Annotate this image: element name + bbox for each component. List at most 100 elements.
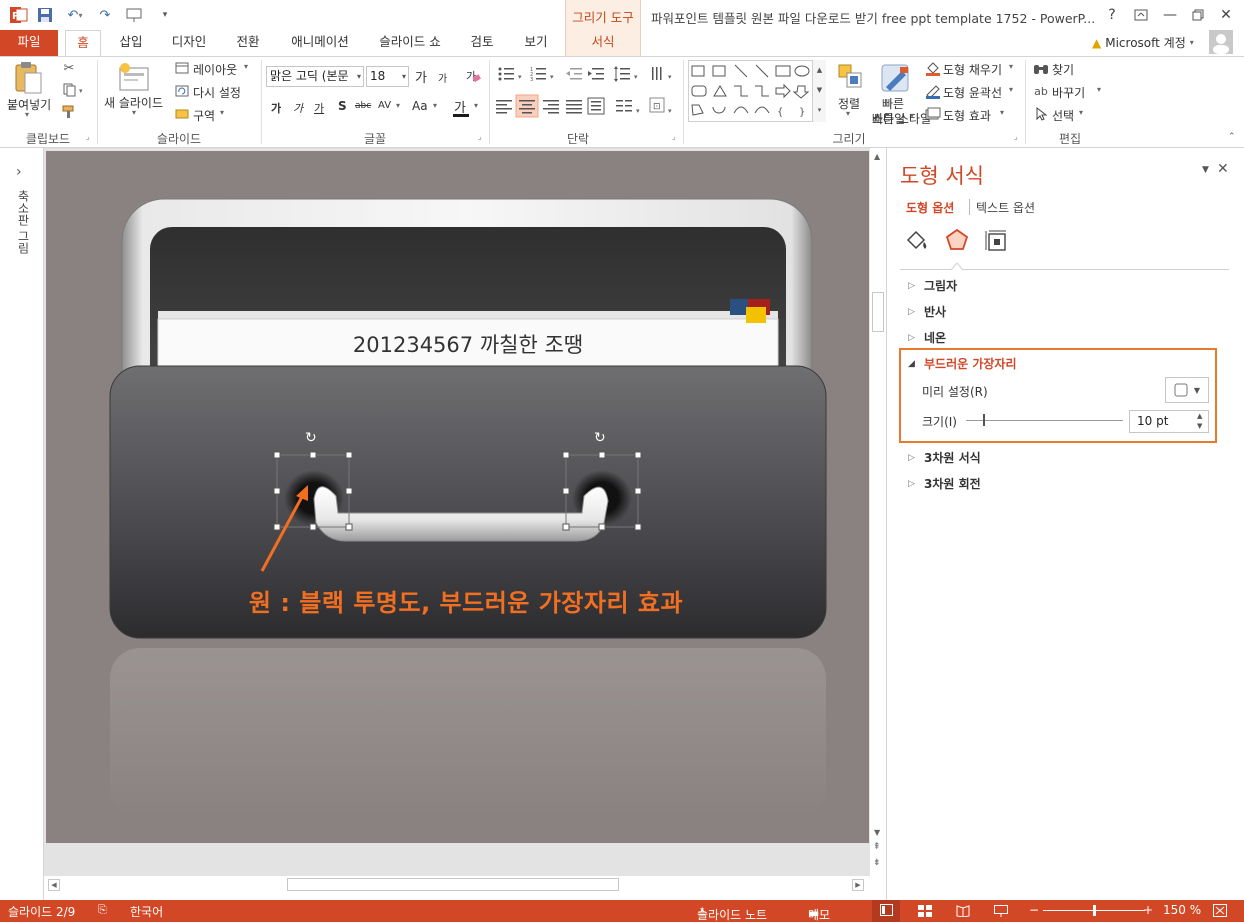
spell-check-icon[interactable]: ⎘ — [98, 903, 107, 917]
underline-button[interactable]: 가 — [314, 100, 324, 116]
select-button[interactable]: 선택 — [1052, 107, 1074, 124]
slide-counter[interactable]: 슬라이드 2/9 — [8, 903, 75, 920]
spin-down-icon[interactable]: ▼ — [1197, 422, 1202, 430]
shape-fill-button[interactable]: 도형 채우기 — [943, 61, 1002, 78]
pane-close-icon[interactable]: ✕ — [1217, 161, 1229, 177]
size-spinner[interactable]: 10 pt ▲ ▼ — [1129, 410, 1209, 433]
zoom-level[interactable]: 150 % — [1163, 903, 1201, 917]
shapes-gallery-scroll[interactable]: ▲ ▼ ▾ — [812, 60, 826, 122]
tab-review[interactable]: 검토 — [463, 30, 501, 56]
horizontal-scroll-thumb[interactable] — [287, 878, 619, 891]
dialog-launcher-icon[interactable]: ⌟ — [672, 132, 676, 141]
paste-icon[interactable] — [6, 60, 50, 96]
clear-formatting-icon[interactable]: 가 — [462, 66, 484, 86]
layout-button[interactable]: 레이아웃 — [193, 61, 237, 78]
shapes-gallery[interactable]: {} — [688, 60, 826, 122]
tab-view[interactable]: 보기 — [517, 30, 555, 56]
font-size-select[interactable]: 18 ▾ — [366, 66, 409, 87]
collapse-ribbon-icon[interactable]: ⌃ — [1228, 132, 1236, 142]
slide-sorter-icon[interactable] — [918, 905, 932, 917]
effects-icon[interactable] — [944, 227, 970, 253]
redo-icon[interactable]: ↷ — [94, 4, 116, 26]
dialog-launcher-icon[interactable]: ⌟ — [86, 132, 90, 141]
tab-file[interactable]: 파일 — [0, 30, 58, 56]
change-case-button[interactable]: Aa — [412, 99, 428, 113]
cut-icon[interactable]: ✂ — [60, 60, 78, 76]
slide-caption[interactable]: 원 : 블랙 투명도, 부드러운 가장자리 효과 — [126, 583, 806, 618]
vertical-scrollbar[interactable]: ▲ ▼ ⇞ ⇟ — [869, 148, 886, 876]
slideshow-view-icon[interactable] — [994, 905, 1008, 917]
close-icon[interactable]: ✕ — [1212, 4, 1240, 26]
section-3d-format[interactable]: ▷ 3차원 서식 — [908, 449, 981, 466]
horizontal-scrollbar[interactable]: ◀ ▶ — [44, 876, 869, 893]
preset-dropdown[interactable]: ▼ — [1165, 377, 1209, 403]
scroll-right-icon[interactable]: ▶ — [852, 879, 864, 891]
language-indicator[interactable]: 한국어 — [130, 903, 163, 920]
folder-label[interactable]: 201234567 까칠한 조땡 — [158, 329, 778, 359]
fill-line-icon[interactable] — [904, 228, 930, 254]
tab-transitions[interactable]: 전환 — [229, 30, 267, 56]
previous-slide-icon[interactable]: ⇞ — [873, 842, 881, 852]
zoom-slider-thumb[interactable] — [1093, 905, 1096, 916]
paste-button[interactable]: 붙여넣기 — [7, 96, 51, 113]
strikethrough-button[interactable]: abc — [355, 101, 371, 111]
vertical-scroll-thumb[interactable] — [872, 292, 884, 332]
restore-icon[interactable] — [1184, 4, 1212, 26]
slide[interactable]: ↻ ↻ 201234567 까칠한 조땡 원 : 블랙 투명도, 부드러운 가장… — [46, 151, 869, 843]
avatar[interactable] — [1209, 30, 1233, 54]
shrink-font-button[interactable]: 가 — [438, 70, 447, 85]
scroll-down-icon[interactable]: ▼ — [874, 828, 880, 837]
section-shadow[interactable]: ▷ 그림자 — [908, 277, 957, 294]
scroll-up-icon[interactable]: ▲ — [874, 152, 880, 161]
tab-home[interactable]: 홈 — [65, 30, 101, 57]
undo-icon[interactable]: ↶ ▾ — [60, 4, 90, 26]
zoom-in-button[interactable]: + — [1143, 903, 1153, 917]
size-slider-thumb[interactable] — [983, 414, 985, 426]
section-3d-rotation[interactable]: ▷ 3차원 회전 — [908, 475, 981, 492]
fit-to-window-icon[interactable] — [1213, 904, 1227, 917]
copy-icon[interactable]: ▾ — [60, 82, 90, 98]
character-spacing-button[interactable]: AV — [378, 100, 391, 111]
tab-animations[interactable]: 애니메이션 — [285, 30, 355, 56]
minimize-icon[interactable]: — — [1156, 4, 1184, 26]
section-soft-edges[interactable]: ◢ 부드러운 가장자리 — [908, 355, 1017, 372]
save-icon[interactable] — [34, 4, 56, 26]
pane-options-icon[interactable]: ▼ — [1202, 165, 1209, 175]
start-slideshow-icon[interactable] — [120, 4, 150, 26]
customize-qat-icon[interactable]: ▾ — [154, 4, 176, 26]
section-button[interactable]: 구역 — [193, 107, 215, 124]
shape-outline-button[interactable]: 도형 윤곽선 — [943, 84, 1002, 101]
shadow-button[interactable]: S — [338, 99, 347, 113]
size-properties-icon[interactable] — [984, 228, 1010, 254]
tab-design[interactable]: 디자인 — [167, 30, 211, 56]
reset-button[interactable]: 다시 설정 — [193, 84, 241, 101]
thumbnail-rail[interactable]: › 축소판 그림 — [0, 148, 44, 900]
tab-format[interactable]: 서식 — [565, 30, 641, 56]
arrange-icon[interactable] — [836, 62, 866, 92]
account-area[interactable]: ▲ Microsoft 계정 ▾ — [1092, 34, 1194, 51]
next-slide-icon[interactable]: ⇟ — [873, 858, 881, 868]
tab-slideshow[interactable]: 슬라이드 쇼 — [374, 30, 446, 56]
dialog-launcher-icon[interactable]: ⌟ — [478, 132, 482, 141]
size-slider-track[interactable] — [966, 420, 1123, 421]
italic-button[interactable]: 가 — [293, 100, 303, 116]
shape-effects-button[interactable]: 도형 효과 — [943, 107, 991, 124]
spin-up-icon[interactable]: ▲ — [1197, 412, 1202, 420]
section-glow[interactable]: ▷ 네온 — [908, 329, 946, 346]
ribbon-display-options-icon[interactable] — [1127, 4, 1155, 26]
grow-font-button[interactable]: 가 — [415, 67, 427, 86]
expand-thumbnails-icon[interactable]: › — [16, 164, 22, 180]
font-family-select[interactable]: 맑은 고딕 (본문 ▾ — [266, 66, 364, 87]
tab-text-options[interactable]: 텍스트 옵션 — [976, 199, 1035, 216]
new-slide-icon[interactable] — [114, 60, 154, 94]
dialog-launcher-icon[interactable]: ⌟ — [1014, 132, 1018, 141]
quick-styles-icon[interactable] — [879, 62, 913, 94]
replace-button[interactable]: 바꾸기 — [1052, 84, 1085, 101]
section-reflection[interactable]: ▷ 반사 — [908, 303, 946, 320]
tab-shape-options[interactable]: 도형 옵션 — [906, 199, 954, 216]
bold-button[interactable]: 가 — [271, 100, 281, 116]
format-painter-icon[interactable] — [60, 104, 78, 120]
reading-view-icon[interactable] — [956, 905, 970, 917]
tab-insert[interactable]: 삽입 — [112, 30, 150, 56]
find-button[interactable]: 찾기 — [1052, 61, 1074, 78]
